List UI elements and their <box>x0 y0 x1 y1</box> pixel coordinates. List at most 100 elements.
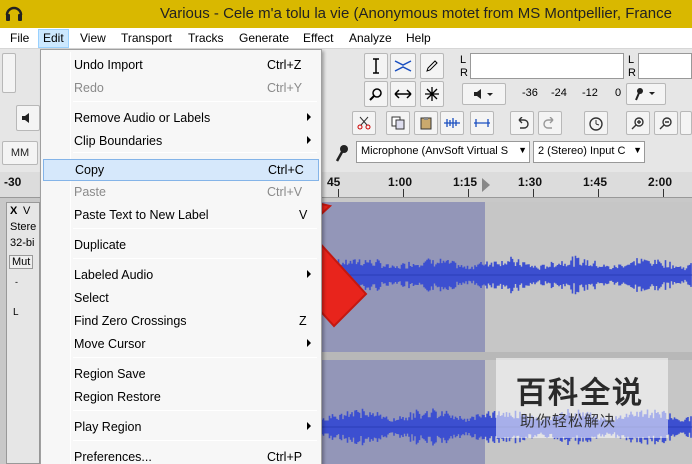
zoom-out-icon[interactable] <box>654 111 678 135</box>
menu-tracks[interactable]: Tracks <box>184 30 228 47</box>
submenu-arrow-icon <box>307 113 311 121</box>
menu-item-label: Move Cursor <box>74 337 146 351</box>
menu-separator <box>73 440 317 441</box>
ruler-label: -30 <box>4 175 22 189</box>
baike-watermark: 百科全说 助你轻松解决 <box>496 358 668 438</box>
menu-help[interactable]: Help <box>402 30 435 47</box>
silence-icon[interactable] <box>470 111 494 135</box>
title-bar: Various - Cele m'a tolu la vie (Anonymou… <box>0 0 692 28</box>
zoom-in-icon[interactable] <box>626 111 650 135</box>
track-close-button[interactable]: X <box>10 205 17 217</box>
meter-l-label: L <box>460 54 467 66</box>
ruler-label: 1:45 <box>583 175 608 189</box>
watermark-title: 百科全说 <box>516 377 644 410</box>
menu-edit[interactable]: Edit <box>38 29 69 48</box>
gain-slider-label[interactable]: - <box>15 277 18 287</box>
menu-item-label: Remove Audio or Labels <box>74 111 211 125</box>
window-title: Various - Cele m'a tolu la vie (Anonymou… <box>160 5 672 22</box>
menu-item-play-region[interactable]: Play Region <box>43 417 319 439</box>
ruler-label: 1:00 <box>388 175 413 189</box>
menu-item-undo-import[interactable]: Undo Import Ctrl+Z <box>43 55 319 77</box>
menu-bar: File Edit View Transport Tracks Generate… <box>0 28 692 49</box>
menu-item-label: Select <box>74 291 109 305</box>
menu-item-shortcut: V <box>299 208 308 222</box>
chevron-down-icon: ▼ <box>633 145 642 155</box>
menu-view[interactable]: View <box>76 30 110 47</box>
menu-item-label: Play Region <box>74 420 142 434</box>
menu-item-duplicate[interactable]: Duplicate <box>43 235 319 257</box>
watermark-subtitle: 助你轻松解决 <box>520 413 617 430</box>
pencil-tool-icon[interactable] <box>420 53 444 79</box>
menu-item-region-restore[interactable]: Region Restore <box>43 387 319 409</box>
menu-item-select[interactable]: Select <box>43 288 319 310</box>
menu-item-remove-audio-or-labels[interactable]: Remove Audio or Labels <box>43 108 319 130</box>
trim-icon[interactable] <box>440 111 464 135</box>
fit-selection-icon[interactable] <box>680 111 692 135</box>
ruler-tick <box>403 189 404 197</box>
microphone-icon <box>330 141 354 165</box>
timeshift-tool-icon[interactable] <box>390 81 416 107</box>
menu-item-paste-text-to-new-label[interactable]: Paste Text to New Label V <box>43 205 319 227</box>
menu-item-copy[interactable]: Copy Ctrl+C <box>43 159 319 181</box>
undo-icon[interactable] <box>510 111 534 135</box>
menu-item-label: Preferences... <box>74 450 152 464</box>
speaker-meter-icon[interactable] <box>462 83 506 105</box>
selection-tool-icon[interactable] <box>364 53 388 79</box>
menu-separator <box>73 101 317 102</box>
playback-meter[interactable] <box>638 53 692 79</box>
menu-item-region-save[interactable]: Region Save <box>43 364 319 386</box>
menu-item-labeled-audio[interactable]: Labeled Audio <box>43 265 319 287</box>
mic-meter-icon[interactable] <box>626 83 666 105</box>
speaker-icon[interactable] <box>16 105 40 131</box>
multi-tool-icon[interactable] <box>420 81 444 107</box>
ruler-tick <box>663 189 664 197</box>
host-combo[interactable]: MM <box>2 141 38 165</box>
menu-file[interactable]: File <box>6 30 33 47</box>
meter-scale-24: -24 <box>551 87 567 99</box>
menu-item-label: Clip Boundaries <box>74 134 163 148</box>
meter-scale-12: -12 <box>582 87 598 99</box>
menu-item-label: Redo <box>74 81 104 95</box>
menu-generate[interactable]: Generate <box>235 30 293 47</box>
menu-item-shortcut: Ctrl+V <box>267 185 303 199</box>
input-channels-select[interactable]: 2 (Stereo) Input C ▼ <box>533 141 645 163</box>
menu-item-clip-boundaries[interactable]: Clip Boundaries <box>43 131 319 153</box>
pan-left-label: L <box>13 307 19 318</box>
ruler-tick <box>533 189 534 197</box>
copy-icon[interactable] <box>386 111 410 135</box>
submenu-arrow-icon <box>307 270 311 278</box>
menu-item-shortcut: Ctrl+P <box>267 450 303 464</box>
menu-analyze[interactable]: Analyze <box>345 30 396 47</box>
submenu-arrow-icon <box>307 339 311 347</box>
track-control-panel[interactable]: X V Stere 32-bi Mut - L <box>6 202 40 464</box>
mute-button[interactable]: Mut <box>9 255 34 269</box>
input-device-select[interactable]: Microphone (AnvSoft Virtual S ▼ <box>356 141 530 163</box>
menu-item-shortcut: Ctrl+Y <box>267 81 303 95</box>
recording-meter[interactable] <box>470 53 624 79</box>
menu-item-find-zero-crossings[interactable]: Find Zero Crossings Z <box>43 311 319 333</box>
submenu-arrow-icon <box>307 136 311 144</box>
meter2-r-label: R <box>628 67 636 79</box>
menu-item-label: Region Restore <box>74 390 161 404</box>
menu-effect[interactable]: Effect <box>299 30 337 47</box>
menu-item-preferences[interactable]: Preferences... Ctrl+P <box>43 447 319 464</box>
ruler-label: 2:00 <box>648 175 673 189</box>
menu-transport[interactable]: Transport <box>117 30 176 47</box>
chevron-down-icon: ▼ <box>518 145 527 155</box>
sync-lock-icon[interactable] <box>584 111 608 135</box>
menu-separator <box>73 228 317 229</box>
menu-item-move-cursor[interactable]: Move Cursor <box>43 334 319 356</box>
menu-item-label: Paste Text to New Label <box>74 208 209 222</box>
menu-item-label: Paste <box>74 185 106 199</box>
menu-separator <box>73 410 317 411</box>
cut-icon[interactable] <box>352 111 376 135</box>
track-name[interactable]: V <box>23 205 30 217</box>
meter-scale-0: 0 <box>615 87 622 99</box>
transport-grip[interactable] <box>2 53 16 93</box>
menu-item-label: Duplicate <box>74 238 127 252</box>
redo-icon[interactable] <box>538 111 562 135</box>
zoom-tool-icon[interactable] <box>364 81 388 107</box>
paste-icon[interactable] <box>414 111 438 135</box>
submenu-arrow-icon <box>307 422 311 430</box>
envelope-tool-icon[interactable] <box>390 53 416 79</box>
